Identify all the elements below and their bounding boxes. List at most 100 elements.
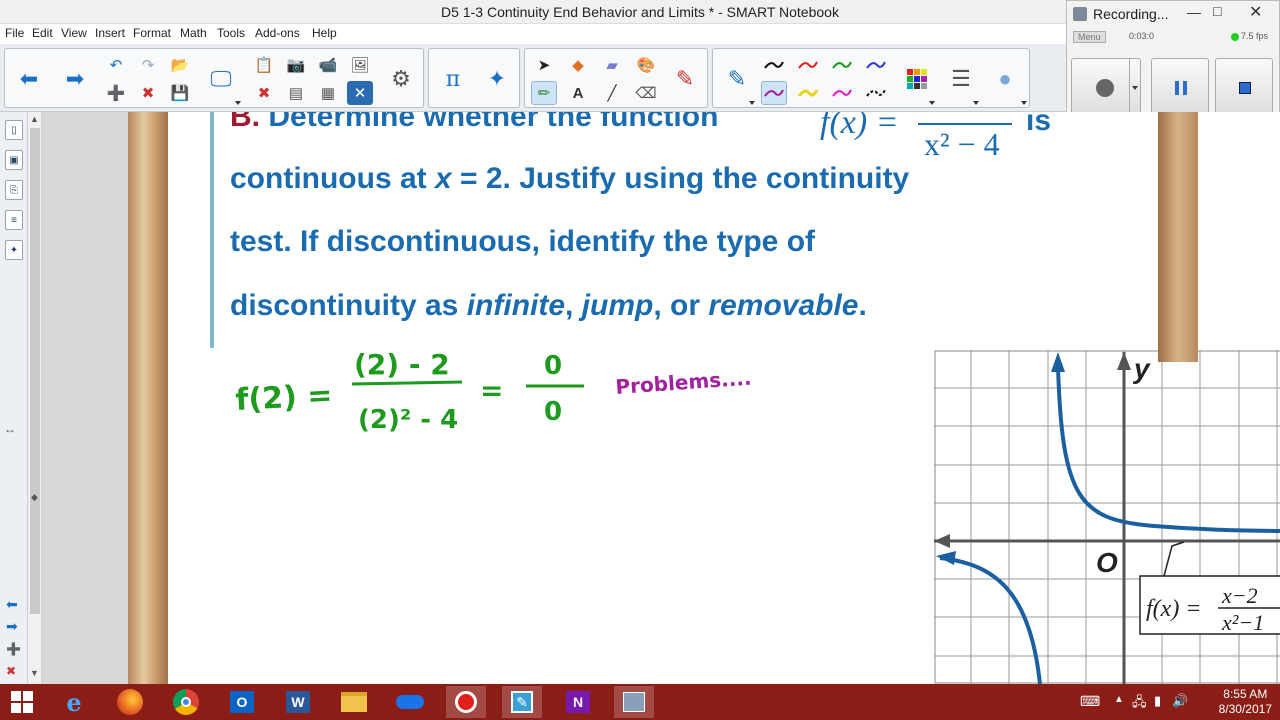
smart-recorder-icon[interactable] bbox=[446, 686, 486, 718]
chrome-icon[interactable] bbox=[166, 686, 206, 718]
status-dot-icon bbox=[1231, 33, 1239, 41]
eraser-icon[interactable]: ▰ bbox=[599, 53, 625, 77]
addon-puzzle-icon[interactable]: ✦ bbox=[479, 55, 515, 103]
magic-pen-icon[interactable]: ✎ bbox=[667, 55, 703, 103]
line-tool-icon[interactable]: ╱ bbox=[599, 81, 625, 105]
record-icon bbox=[1096, 79, 1114, 97]
stop-button[interactable] bbox=[1215, 58, 1273, 118]
volume-icon[interactable]: 🔊 bbox=[1172, 693, 1188, 709]
eraser2-icon[interactable]: ⌫ bbox=[633, 81, 659, 105]
redo-icon[interactable]: ↷ bbox=[135, 53, 161, 77]
pen-black-icon[interactable] bbox=[761, 53, 787, 77]
transparency-icon[interactable]: ● bbox=[987, 55, 1023, 103]
next-page-icon[interactable]: ➡ bbox=[6, 618, 18, 635]
screen-capture-icon[interactable]: 📷 bbox=[283, 53, 309, 77]
attachments-icon[interactable]: ⎘ bbox=[5, 180, 23, 200]
chevron-down-icon[interactable] bbox=[973, 101, 979, 105]
battery-icon[interactable]: ▮ bbox=[1154, 693, 1161, 709]
onedrive-icon[interactable] bbox=[390, 686, 430, 718]
menu-addons[interactable]: Add-ons bbox=[255, 26, 300, 40]
word-icon[interactable]: W bbox=[278, 686, 318, 718]
menu-math[interactable]: Math bbox=[180, 26, 207, 40]
firefox-icon[interactable] bbox=[110, 686, 150, 718]
vertical-scrollbar[interactable]: ▲ ◆ ▼ bbox=[28, 112, 42, 684]
clear-icon[interactable]: ✖ bbox=[251, 81, 277, 105]
delete-page-side-icon[interactable]: ✖ bbox=[6, 664, 16, 678]
properties-icon[interactable]: ⚙ bbox=[383, 55, 419, 103]
ink-annotations[interactable]: f(2) = (2) - 2 (2)² - 4 = 0 0 Problems..… bbox=[228, 340, 828, 440]
add-page-side-icon[interactable]: ➕ bbox=[6, 642, 21, 656]
math-pi-icon[interactable]: π bbox=[435, 55, 471, 103]
pen-dashed-icon[interactable] bbox=[863, 81, 889, 105]
onenote-icon[interactable]: N bbox=[558, 686, 598, 718]
menu-help[interactable]: Help bbox=[312, 26, 337, 40]
document-camera-icon[interactable]: 📹 bbox=[315, 53, 341, 77]
smart-notebook-icon[interactable]: ✎ bbox=[502, 686, 542, 718]
back-arrow-icon[interactable]: ⬅ bbox=[11, 55, 47, 103]
add-page-icon[interactable]: ➕ bbox=[103, 81, 129, 105]
recorder-menu-button[interactable]: Menu bbox=[1073, 31, 1106, 43]
chevron-down-icon[interactable] bbox=[1021, 101, 1027, 105]
table-icon[interactable]: ▦ bbox=[315, 81, 341, 105]
page-sorter-icon[interactable]: ▯ bbox=[5, 120, 23, 140]
open-folder-icon[interactable]: 📂 bbox=[167, 53, 193, 77]
insert-image-icon[interactable]: 🖼 bbox=[347, 53, 373, 77]
scroll-up-icon[interactable]: ▲ bbox=[30, 114, 39, 124]
clock[interactable]: 8:55 AM 8/30/2017 bbox=[1219, 687, 1272, 717]
select-cursor-icon[interactable]: ➤ bbox=[531, 53, 557, 77]
minimize-icon[interactable]: — bbox=[1187, 4, 1201, 20]
addons-tab-icon[interactable]: ✦ bbox=[5, 240, 23, 260]
creative-pen-icon[interactable]: ✏ bbox=[531, 81, 557, 105]
close-icon[interactable]: ✕ bbox=[1249, 2, 1262, 22]
gallery-icon[interactable]: ▣ bbox=[5, 150, 23, 170]
pen-icon[interactable]: ✎ bbox=[719, 55, 755, 103]
chevron-down-icon[interactable] bbox=[749, 101, 755, 105]
maximize-icon[interactable]: □ bbox=[1213, 3, 1221, 19]
chevron-down-icon[interactable] bbox=[929, 101, 935, 105]
tray-expand-icon[interactable]: ▲ bbox=[1114, 694, 1124, 705]
paste-icon[interactable]: 📋 bbox=[251, 53, 277, 77]
menu-file[interactable]: File bbox=[5, 26, 24, 40]
question-line-2: continuous at x = 2. Justify using the c… bbox=[230, 162, 910, 195]
text-tool-icon[interactable]: A bbox=[565, 81, 591, 105]
slide-page[interactable]: B. Determine whether the function f(x) =… bbox=[168, 112, 1280, 684]
forward-arrow-icon[interactable]: ➡ bbox=[57, 55, 93, 103]
recorder-app-icon[interactable] bbox=[614, 686, 654, 718]
fill-icon[interactable]: 🎨 bbox=[633, 53, 659, 77]
delete-page-icon[interactable]: ✖ bbox=[135, 81, 161, 105]
line-style-icon[interactable]: ☰ bbox=[943, 55, 979, 103]
pen-blue-icon[interactable] bbox=[863, 53, 889, 77]
prev-page-icon[interactable]: ⬅ bbox=[6, 596, 18, 613]
pen-green-icon[interactable] bbox=[829, 53, 855, 77]
pen-magenta-icon[interactable] bbox=[829, 81, 855, 105]
shapes-icon[interactable]: ◆ bbox=[565, 53, 591, 77]
menu-insert[interactable]: Insert bbox=[95, 26, 125, 40]
save-icon[interactable]: 💾 bbox=[167, 81, 193, 105]
menu-view[interactable]: View bbox=[61, 26, 87, 40]
network-icon[interactable]: 🖧 bbox=[1132, 693, 1147, 715]
keyboard-icon[interactable]: ⌨ bbox=[1080, 693, 1100, 710]
undo-icon[interactable]: ↶ bbox=[103, 53, 129, 77]
menu-edit[interactable]: Edit bbox=[32, 26, 53, 40]
canvas-area[interactable]: B. Determine whether the function f(x) =… bbox=[42, 112, 1280, 684]
screen-shade-icon[interactable]: ▤ bbox=[283, 81, 309, 105]
pen-yellow-icon[interactable] bbox=[795, 81, 821, 105]
screen-share-icon[interactable]: 🖵 bbox=[203, 55, 239, 103]
internet-explorer-icon[interactable]: e bbox=[54, 686, 94, 718]
resize-arrows-icon[interactable]: ↔ bbox=[4, 422, 16, 436]
pen-purple-icon[interactable] bbox=[761, 81, 787, 105]
file-explorer-icon[interactable] bbox=[334, 686, 374, 718]
record-dropdown[interactable] bbox=[1129, 58, 1141, 118]
close-tool-icon[interactable]: ✕ bbox=[347, 81, 373, 105]
outlook-icon[interactable]: O bbox=[222, 686, 262, 718]
pen-red-icon[interactable] bbox=[795, 53, 821, 77]
pause-button[interactable] bbox=[1151, 58, 1209, 118]
color-palette-icon[interactable] bbox=[899, 55, 935, 103]
menu-tools[interactable]: Tools bbox=[217, 26, 245, 40]
menu-format[interactable]: Format bbox=[133, 26, 171, 40]
windows-start-icon[interactable] bbox=[2, 686, 42, 718]
scroll-down-icon[interactable]: ▼ bbox=[30, 668, 39, 678]
scroll-thumb[interactable] bbox=[30, 128, 40, 614]
properties-tab-icon[interactable]: ≡ bbox=[5, 210, 23, 230]
chevron-down-icon[interactable] bbox=[235, 101, 241, 105]
